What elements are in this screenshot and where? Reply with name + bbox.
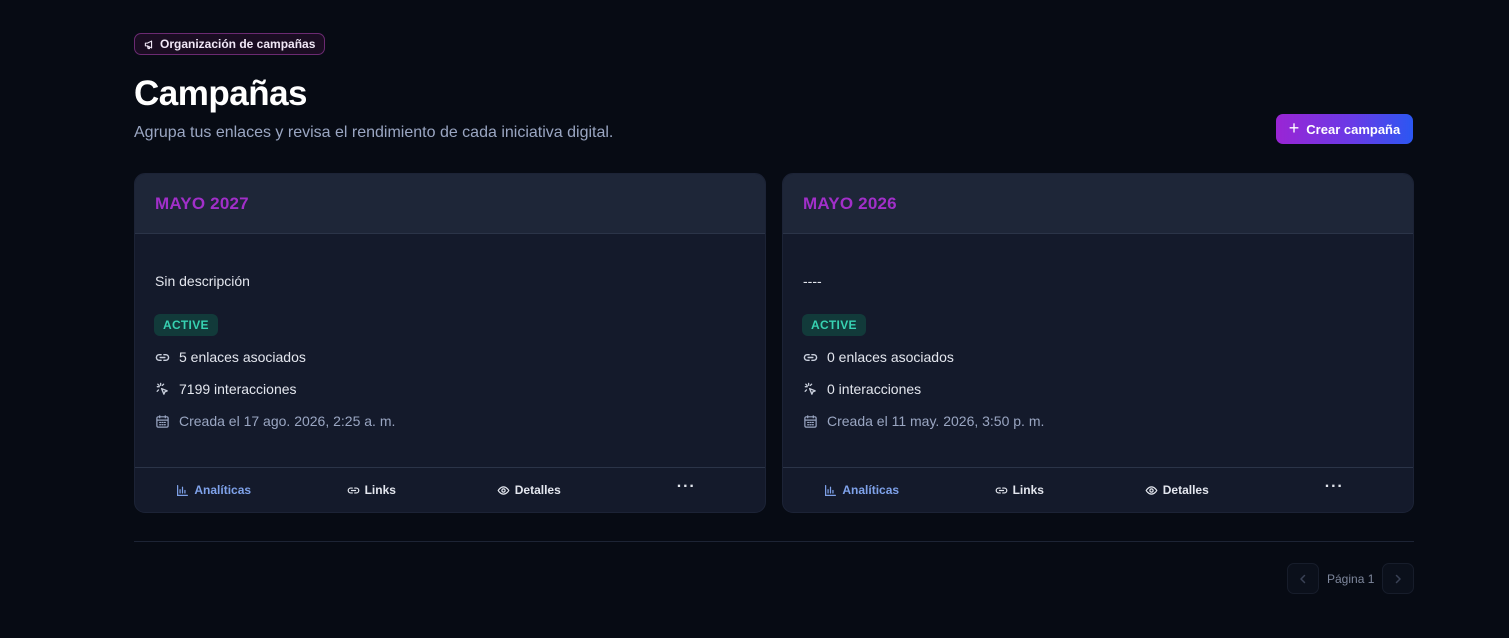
previous-page-button[interactable] <box>1287 563 1319 594</box>
details-action[interactable]: Detalles <box>450 468 608 512</box>
next-page-button[interactable] <box>1382 563 1414 594</box>
calendar-icon <box>156 414 169 428</box>
link-icon <box>347 486 359 494</box>
campaign-description: Sin descripción <box>155 273 250 289</box>
interactions-count: 7199 interacciones <box>179 381 297 397</box>
page-title: Campañas <box>134 74 308 113</box>
details-label: Detalles <box>1162 483 1209 497</box>
campaign-card: MAYO 2026 ---- ACTIVE 0 enlaces asociado… <box>782 173 1414 513</box>
campaign-card-header: MAYO 2026 <box>783 174 1413 234</box>
campaign-name[interactable]: MAYO 2026 <box>803 194 897 214</box>
links-action[interactable]: Links <box>941 468 1099 512</box>
campaign-name[interactable]: MAYO 2027 <box>155 194 249 214</box>
chevron-right-icon <box>1395 574 1401 583</box>
analytics-label: Analíticas <box>194 483 252 497</box>
analytics-action[interactable]: Analíticas <box>783 468 941 512</box>
cursor-click-icon <box>156 382 168 395</box>
create-campaign-button[interactable]: + Crear campaña <box>1276 114 1413 144</box>
more-actions-button[interactable]: ··· <box>608 468 766 512</box>
create-campaign-label: Crear campaña <box>1306 121 1401 137</box>
created-date: Creada el 11 may. 2026, 3:50 p. m. <box>827 413 1045 429</box>
megaphone-icon <box>144 40 153 49</box>
created-date: Creada el 17 ago. 2026, 2:25 a. m. <box>179 413 396 429</box>
analytics-label: Analíticas <box>842 483 900 497</box>
divider <box>134 541 1414 542</box>
campaign-description: ---- <box>803 273 822 289</box>
campaign-card-header: MAYO 2027 <box>135 174 765 234</box>
bar-chart-icon <box>825 484 837 496</box>
links-label: Links <box>364 483 396 497</box>
links-label: Links <box>1012 483 1044 497</box>
link-icon <box>803 353 818 361</box>
status-badge: ACTIVE <box>154 314 218 336</box>
ellipsis-icon: ··· <box>1324 478 1344 495</box>
analytics-action[interactable]: Analíticas <box>135 468 293 512</box>
section-chip-label: Organización de campañas <box>160 37 316 51</box>
card-actions: Analíticas Links Detalles ··· <box>135 467 765 512</box>
campaign-card: MAYO 2027 Sin descripción ACTIVE 5 enlac… <box>134 173 766 513</box>
calendar-icon <box>804 414 817 428</box>
interactions-row: 7199 interacciones <box>155 381 297 397</box>
campaigns-page: Organización de campañas Campañas Agrupa… <box>0 0 1509 638</box>
eye-icon <box>1145 485 1158 495</box>
section-chip: Organización de campañas <box>134 33 326 55</box>
link-icon <box>995 486 1007 494</box>
links-count-row: 5 enlaces asociados <box>155 349 306 365</box>
eye-icon <box>497 485 510 495</box>
card-actions: Analíticas Links Detalles ··· <box>783 467 1413 512</box>
bar-chart-icon <box>177 484 189 496</box>
more-actions-button[interactable]: ··· <box>1256 468 1414 512</box>
page-indicator: Página 1 <box>1327 572 1375 586</box>
details-label: Detalles <box>514 483 561 497</box>
details-action[interactable]: Detalles <box>1098 468 1256 512</box>
chevron-left-icon <box>1300 574 1306 583</box>
links-count: 5 enlaces asociados <box>179 349 306 365</box>
plus-icon: + <box>1288 118 1300 138</box>
links-action[interactable]: Links <box>293 468 451 512</box>
status-badge: ACTIVE <box>802 314 866 336</box>
ellipsis-icon: ··· <box>676 478 696 495</box>
interactions-row: 0 interacciones <box>803 381 921 397</box>
page-subtitle: Agrupa tus enlaces y revisa el rendimien… <box>134 124 614 141</box>
links-count-row: 0 enlaces asociados <box>803 349 954 365</box>
created-date-row: Creada el 17 ago. 2026, 2:25 a. m. <box>155 413 395 429</box>
links-count: 0 enlaces asociados <box>827 349 954 365</box>
created-date-row: Creada el 11 may. 2026, 3:50 p. m. <box>803 413 1044 429</box>
interactions-count: 0 interacciones <box>827 381 922 397</box>
cursor-click-icon <box>804 382 816 395</box>
link-icon <box>155 353 170 361</box>
